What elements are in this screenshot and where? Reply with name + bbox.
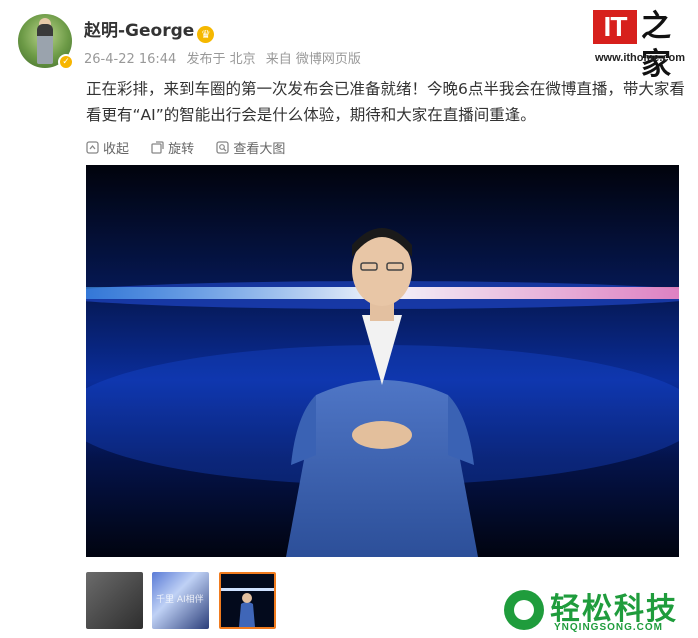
- ithome-logo: IT: [593, 10, 637, 44]
- collapse-icon: [86, 141, 99, 154]
- thumbnail-2[interactable]: 千里 AI相伴: [152, 572, 209, 629]
- rotate-label: 旋转: [168, 142, 195, 157]
- qingsong-logo-icon: [504, 590, 544, 630]
- thumbnail-3-photo: [221, 574, 274, 627]
- thumbnail-3-selected[interactable]: [219, 572, 276, 629]
- qingsong-watermark: 轻松科技 YNQINGSONG.COM: [504, 588, 694, 636]
- view-large-label: 查看大图: [233, 142, 286, 157]
- crown-icon: ♛: [197, 26, 215, 43]
- thumbnail-2-label: 千里 AI相伴: [156, 595, 204, 605]
- ithome-watermark: IT 之家 www.ithome.com: [593, 8, 688, 82]
- rotate-button[interactable]: 旋转: [151, 138, 194, 157]
- avatar-figure: [37, 24, 53, 64]
- ithome-logo-chars: 之家: [641, 9, 671, 82]
- post-text: 正在彩排，来到车圈的第一次发布会已准备就绪！今晚6点半我会在微博直播，带大家看看…: [86, 80, 685, 124]
- stage-photo: [86, 165, 679, 557]
- collapse-label: 收起: [103, 142, 130, 157]
- username-text[interactable]: 赵明-George: [84, 21, 194, 41]
- thumbnail-1[interactable]: [86, 572, 143, 629]
- username[interactable]: 赵明-George ♛: [84, 16, 215, 43]
- post-source: 来自 微博网页版: [265, 52, 361, 67]
- collapse-button[interactable]: 收起: [86, 138, 129, 157]
- post-meta: 26-4-22 16:44 发布于 北京 来自 微博网页版: [84, 48, 367, 67]
- rotate-icon: [151, 141, 164, 154]
- view-large-button[interactable]: 查看大图: [216, 138, 285, 157]
- post-timestamp[interactable]: 26-4-22 16:44: [84, 52, 176, 67]
- post-location: 发布于 北京: [186, 52, 256, 67]
- view-large-icon: [216, 141, 229, 154]
- ithome-url: www.ithome.com: [595, 52, 686, 64]
- verified-badge-icon: ✓: [58, 54, 74, 70]
- main-photo[interactable]: [86, 165, 679, 557]
- image-toolbar: 收起 旋转 查看大图: [86, 138, 303, 158]
- qingsong-url: YNQINGSONG.COM: [554, 622, 664, 633]
